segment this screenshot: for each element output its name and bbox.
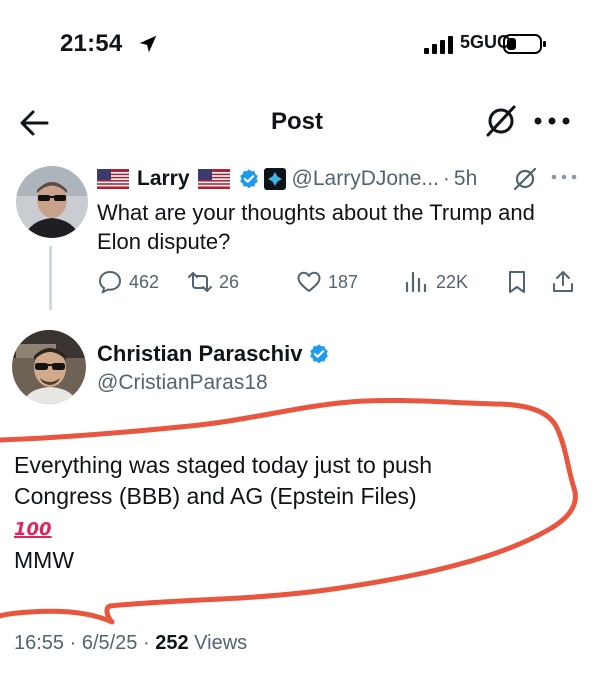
views-button[interactable]: 22K (404, 268, 468, 296)
repost-icon (188, 272, 212, 292)
tweet-body: Everything was staged today just to push… (14, 450, 584, 576)
us-flag-icon (197, 169, 230, 189)
separator-dot: · (442, 167, 450, 190)
avatar[interactable] (12, 330, 86, 404)
repost-button[interactable]: 26 (187, 268, 239, 296)
red-annotation-scribble (0, 397, 578, 625)
tweet-text: What are your thoughts about the Trump a… (97, 200, 535, 254)
more-options-icon[interactable] (550, 170, 578, 184)
views-count: 252 (155, 632, 189, 654)
signal-bars-icon (424, 36, 453, 54)
us-flag-icon (97, 169, 129, 189)
views-chart-icon (405, 271, 427, 293)
author-name[interactable]: Christian Paraschiv (97, 341, 302, 367)
reply-icon (98, 270, 122, 294)
author-name[interactable]: Larry (137, 167, 190, 191)
heart-icon (297, 271, 321, 292)
battery-icon (503, 34, 546, 54)
tweet-text-line: Congress (BBB) and AG (Epstein Files) (14, 483, 417, 509)
verified-badge-icon (239, 169, 258, 189)
affiliate-badge-icon (263, 168, 286, 190)
like-count: 187 (328, 271, 359, 292)
tweet-timestamp[interactable]: 16:55 · 6/5/25 · (14, 632, 150, 654)
tweet-header: Larry @LarryDJone... · 5h (97, 164, 477, 194)
reply-button[interactable]: 462 (97, 268, 159, 296)
tweet-text-line: Everything was staged today just to push (14, 452, 433, 478)
verified-badge-icon (310, 344, 329, 364)
bookmark-button[interactable] (504, 268, 536, 296)
avatar[interactable] (16, 166, 88, 238)
views-count: 22K (436, 271, 469, 292)
thread-connector (49, 246, 52, 310)
author-handle[interactable]: @CristianParas18 (97, 371, 268, 395)
bookmark-icon (509, 271, 525, 293)
location-arrow-icon (139, 35, 157, 53)
hundred-points-emoji: 100 (14, 519, 52, 540)
share-icon (553, 271, 573, 292)
tweet-meta: 16:55 · 6/5/25 · 252 Views (14, 632, 247, 655)
more-options-icon[interactable] (532, 112, 572, 130)
reply-count: 462 (129, 271, 160, 292)
grok-icon[interactable] (512, 166, 538, 192)
like-button[interactable]: 187 (296, 268, 358, 296)
share-button[interactable] (550, 268, 582, 296)
repost-count: 26 (219, 271, 240, 292)
status-time: 21:54 (60, 30, 123, 57)
views-label: Views (194, 632, 248, 654)
author-handle[interactable]: @LarryDJone... (292, 167, 439, 191)
tweet-time[interactable]: 5h (454, 167, 477, 191)
tweet-header: Christian Paraschiv (97, 341, 334, 367)
grok-icon[interactable] (484, 104, 518, 138)
tweet-text-line: MMW (14, 547, 75, 573)
